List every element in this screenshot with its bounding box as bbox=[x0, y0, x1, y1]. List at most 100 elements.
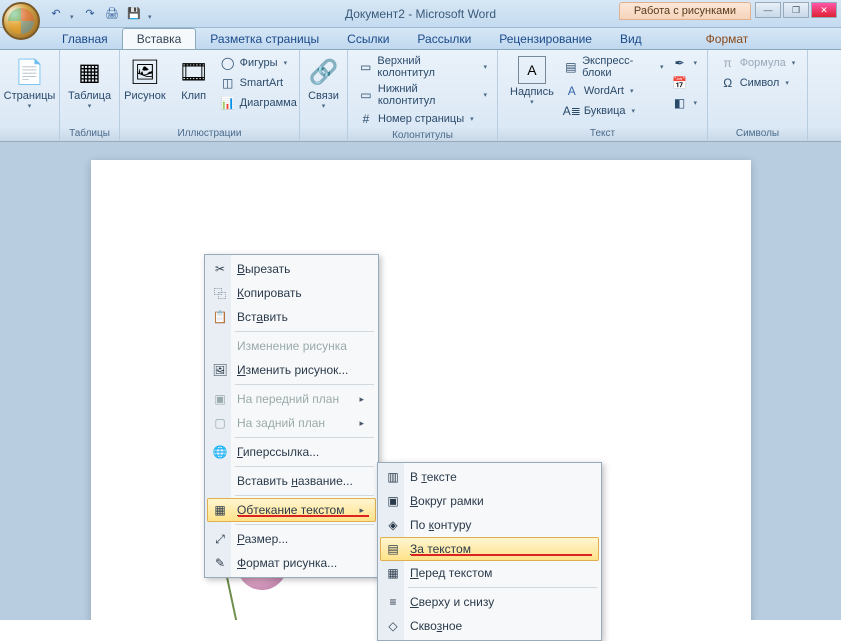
group-illustrations: 🖼 Рисунок 🎞 Клип ◯Фигуры▾ ◫SmartArt 📊Диа… bbox=[120, 50, 300, 141]
object-button[interactable]: ◧▾ bbox=[669, 94, 699, 112]
tab-view[interactable]: Вид bbox=[606, 29, 656, 49]
menu-text-wrapping[interactable]: ▦Обтекание текстом▸ bbox=[207, 498, 376, 522]
menu-size[interactable]: ⤢Размер... bbox=[207, 527, 376, 551]
wrap-square[interactable]: ▣Вокруг рамки bbox=[380, 489, 599, 513]
minimize-button[interactable]: — bbox=[755, 2, 781, 18]
group-tables: ▦ Таблица ▾ Таблицы bbox=[60, 50, 120, 141]
close-button[interactable]: ✕ bbox=[811, 2, 837, 18]
wrap-top-bottom[interactable]: ≡Сверху и снизу bbox=[380, 590, 599, 614]
menu-insert-caption[interactable]: Вставить название... bbox=[207, 469, 376, 493]
date-icon: 📅 bbox=[671, 75, 687, 91]
menu-paste[interactable]: 📋Вставить bbox=[207, 305, 376, 329]
wrap-inline[interactable]: ▥В тексте bbox=[380, 465, 599, 489]
menu-separator bbox=[235, 524, 374, 525]
redo-icon[interactable]: ↷ bbox=[82, 6, 98, 22]
wrap-behind-text[interactable]: ▤За текстом bbox=[380, 537, 599, 561]
links-button[interactable]: 🔗 Связи ▾ bbox=[304, 54, 344, 112]
group-links: 🔗 Связи ▾ bbox=[300, 50, 348, 141]
clip-icon: 🎞 bbox=[178, 56, 210, 88]
pagenumber-button[interactable]: #Номер страницы▾ bbox=[356, 110, 489, 128]
window-title: Документ2 - Microsoft Word bbox=[345, 7, 496, 21]
submenu-arrow-icon: ▸ bbox=[359, 418, 364, 429]
title-bar: ↶ ↷ 🖨 💾 Документ2 - Microsoft Word Работ… bbox=[0, 0, 841, 28]
dropcap-icon: A≣ bbox=[564, 103, 580, 119]
group-text: A Надпись ▾ ▤Экспресс-блоки▾ AWordArt▾ A… bbox=[498, 50, 708, 141]
signature-button[interactable]: ✒▾ bbox=[669, 54, 699, 72]
print-icon[interactable]: 🖨 bbox=[104, 6, 120, 22]
wrap-behind-icon: ▤ bbox=[384, 540, 402, 558]
scissors-icon: ✂ bbox=[211, 260, 229, 278]
clip-button[interactable]: 🎞 Клип bbox=[174, 54, 214, 104]
tab-references[interactable]: Ссылки bbox=[333, 29, 403, 49]
ribbon-tabs: Главная Вставка Разметка страницы Ссылки… bbox=[0, 28, 841, 50]
menu-send-back: ▢На задний план▸ bbox=[207, 411, 376, 435]
wrap-infront-text[interactable]: ▦Перед текстом bbox=[380, 561, 599, 585]
wrap-tight-icon: ◈ bbox=[384, 516, 402, 534]
menu-format-picture[interactable]: ✎Формат рисунка... bbox=[207, 551, 376, 575]
bring-front-icon: ▣ bbox=[211, 390, 229, 408]
menu-separator bbox=[235, 495, 374, 496]
menu-separator bbox=[235, 384, 374, 385]
page-icon: 📄 bbox=[14, 56, 46, 88]
chart-icon: 📊 bbox=[220, 95, 236, 111]
annotation-redline bbox=[238, 515, 369, 517]
menu-separator bbox=[408, 587, 597, 588]
tab-home[interactable]: Главная bbox=[48, 29, 122, 49]
wrap-inline-icon: ▥ bbox=[384, 468, 402, 486]
table-button[interactable]: ▦ Таблица ▾ bbox=[64, 54, 115, 112]
menu-edit-picture[interactable]: 🖼Изменить рисунок... bbox=[207, 358, 376, 382]
picture-button[interactable]: 🖼 Рисунок bbox=[120, 54, 170, 104]
wrap-topbottom-icon: ≡ bbox=[384, 593, 402, 611]
footer-icon: ▭ bbox=[358, 87, 374, 103]
menu-separator bbox=[235, 466, 374, 467]
wrap-submenu: ▥В тексте ▣Вокруг рамки ◈По контуру ▤За … bbox=[377, 462, 602, 641]
menu-copy[interactable]: ⿻Копировать bbox=[207, 281, 376, 305]
office-button[interactable] bbox=[2, 2, 40, 40]
wordart-icon: A bbox=[564, 83, 580, 99]
chevron-down-icon: ▾ bbox=[530, 98, 534, 106]
footer-button[interactable]: ▭Нижний колонтитул▾ bbox=[356, 82, 489, 108]
header-button[interactable]: ▭Верхний колонтитул▾ bbox=[356, 54, 489, 80]
datetime-button[interactable]: 📅 bbox=[669, 74, 699, 92]
pi-icon: π bbox=[720, 55, 736, 71]
menu-cut[interactable]: ✂Вырезать bbox=[207, 257, 376, 281]
quickparts-button[interactable]: ▤Экспресс-блоки▾ bbox=[562, 54, 666, 80]
pages-button[interactable]: 📄 Страницы ▾ bbox=[0, 54, 59, 112]
wrap-through[interactable]: ◇Сквозное bbox=[380, 614, 599, 638]
chevron-down-icon: ▾ bbox=[88, 102, 92, 110]
smartart-icon: ◫ bbox=[220, 75, 236, 91]
wrap-tight[interactable]: ◈По контуру bbox=[380, 513, 599, 537]
omega-icon: Ω bbox=[720, 75, 736, 91]
dropcap-button[interactable]: A≣Буквица▾ bbox=[562, 102, 666, 120]
maximize-button[interactable]: ❐ bbox=[783, 2, 809, 18]
chart-button[interactable]: 📊Диаграмма bbox=[218, 94, 299, 112]
table-icon: ▦ bbox=[74, 56, 106, 88]
group-symbols: πФормула▾ ΩСимвол▾ Символы bbox=[708, 50, 808, 141]
undo-icon[interactable]: ↶ bbox=[48, 6, 64, 22]
header-icon: ▭ bbox=[358, 59, 373, 75]
save-icon[interactable]: 💾 bbox=[126, 6, 142, 22]
paste-icon: 📋 bbox=[211, 308, 229, 326]
picture-icon: 🖼 bbox=[129, 56, 161, 88]
wordart-button[interactable]: AWordArt▾ bbox=[562, 82, 666, 100]
tab-insert[interactable]: Вставка bbox=[122, 28, 197, 49]
wrap-square-icon: ▣ bbox=[384, 492, 402, 510]
window-controls: — ❐ ✕ bbox=[755, 2, 837, 18]
textbox-button[interactable]: A Надпись ▾ bbox=[506, 54, 558, 108]
tab-review[interactable]: Рецензирование bbox=[485, 29, 606, 49]
symbol-button[interactable]: ΩСимвол▾ bbox=[718, 74, 798, 92]
menu-hyperlink[interactable]: 🌐Гиперссылка... bbox=[207, 440, 376, 464]
shapes-button[interactable]: ◯Фигуры▾ bbox=[218, 54, 299, 72]
qat-customize-icon[interactable] bbox=[148, 6, 154, 22]
group-headerfooter: ▭Верхний колонтитул▾ ▭Нижний колонтитул▾… bbox=[348, 50, 498, 141]
smartart-button[interactable]: ◫SmartArt bbox=[218, 74, 299, 92]
send-back-icon: ▢ bbox=[211, 414, 229, 432]
annotation-redline bbox=[411, 554, 592, 556]
tab-mailings[interactable]: Рассылки bbox=[403, 29, 485, 49]
format-icon: ✎ bbox=[211, 554, 229, 572]
tab-pagelayout[interactable]: Разметка страницы bbox=[196, 29, 333, 49]
size-icon: ⤢ bbox=[211, 530, 229, 548]
menu-separator bbox=[235, 437, 374, 438]
qat-dropdown-icon[interactable] bbox=[70, 6, 76, 22]
tab-format[interactable]: Формат bbox=[692, 29, 763, 49]
